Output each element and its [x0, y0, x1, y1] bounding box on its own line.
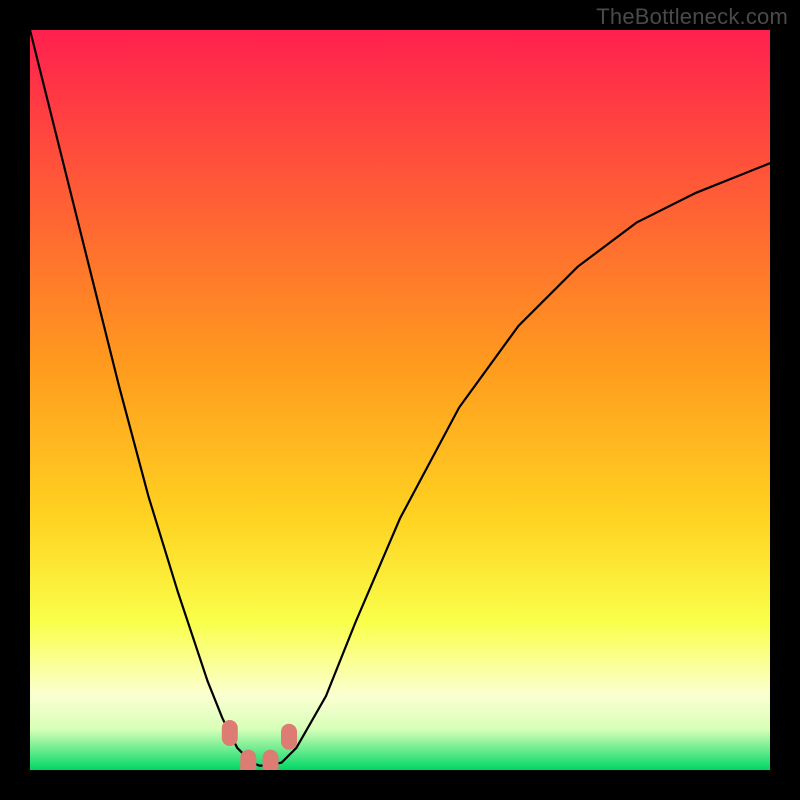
minimum-marker [222, 720, 238, 746]
chart-background [30, 30, 770, 770]
minimum-marker [281, 724, 297, 750]
bottleneck-chart-svg [30, 30, 770, 770]
watermark-text: TheBottleneck.com [596, 4, 788, 30]
chart-plot-area [30, 30, 770, 770]
minimum-marker [263, 750, 279, 770]
minimum-marker [240, 750, 256, 770]
